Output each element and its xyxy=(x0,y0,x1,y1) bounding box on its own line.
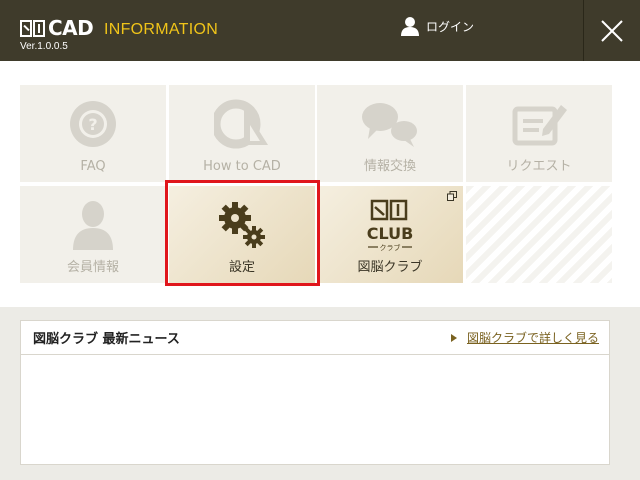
club-subtext: クラブ xyxy=(380,243,401,251)
login-label: ログイン xyxy=(426,19,475,34)
tile-zuno-club[interactable]: CLUB クラブ 図脳クラブ xyxy=(317,186,463,283)
tile-member-info[interactable]: 会員情報 xyxy=(20,186,166,283)
svg-text:?: ? xyxy=(88,115,97,134)
tile-label: 図脳クラブ xyxy=(357,260,423,275)
login-button[interactable]: ログイン xyxy=(400,16,474,36)
tile-faq[interactable]: ? FAQ xyxy=(20,85,166,182)
request-edit-icon xyxy=(512,105,567,146)
zuno-logo-icon xyxy=(20,20,46,37)
tile-label: リクエスト xyxy=(506,159,572,174)
news-title: 図脳クラブ 最新ニュース xyxy=(33,332,180,347)
tile-how-to-cad[interactable]: How to CAD xyxy=(169,85,315,182)
faq-icon: ? xyxy=(70,101,116,147)
news-header: 図脳クラブ 最新ニュース 図脳クラブで詳しく見る xyxy=(21,321,609,355)
app-logo: CAD xyxy=(20,16,94,40)
play-arrow-icon xyxy=(450,333,457,342)
news-panel: 図脳クラブ 最新ニュース 図脳クラブで詳しく見る xyxy=(20,320,610,465)
external-window-icon xyxy=(447,191,457,201)
gears-icon xyxy=(219,202,265,248)
tile-label: 情報交換 xyxy=(363,159,416,174)
news-link-label: 図脳クラブで詳しく見る xyxy=(466,331,599,345)
club-logo-icon: CLUB クラブ xyxy=(367,199,414,251)
close-button[interactable] xyxy=(583,0,640,61)
club-text: CLUB xyxy=(367,224,414,243)
title-bar: CAD INFORMATION Ver.1.0.0.5 ログイン xyxy=(0,0,640,61)
close-icon xyxy=(601,19,623,42)
user-icon xyxy=(73,201,113,250)
tile-settings[interactable]: 設定 xyxy=(169,186,315,283)
window-title: INFORMATION xyxy=(104,21,219,38)
version-label: Ver.1.0.0.5 xyxy=(20,41,68,52)
triangle-ruler-icon xyxy=(214,99,268,149)
tile-label: How to CAD xyxy=(203,159,281,174)
tile-request[interactable]: リクエスト xyxy=(466,85,612,182)
tile-label: FAQ xyxy=(80,159,106,174)
logo-text: CAD xyxy=(48,16,94,40)
menu-panel: ? FAQ How to CAD 情報交換 リクエスト 会員情報 設定 CLUB… xyxy=(0,61,640,307)
tile-empty xyxy=(466,186,612,283)
tile-label: 会員情報 xyxy=(66,260,119,275)
tile-info-exchange[interactable]: 情報交換 xyxy=(317,85,463,182)
chat-bubbles-icon xyxy=(362,103,417,147)
tile-label: 設定 xyxy=(228,260,255,275)
user-icon xyxy=(401,17,419,36)
news-more-link[interactable]: 図脳クラブで詳しく見る xyxy=(450,329,599,346)
news-list xyxy=(21,355,609,465)
